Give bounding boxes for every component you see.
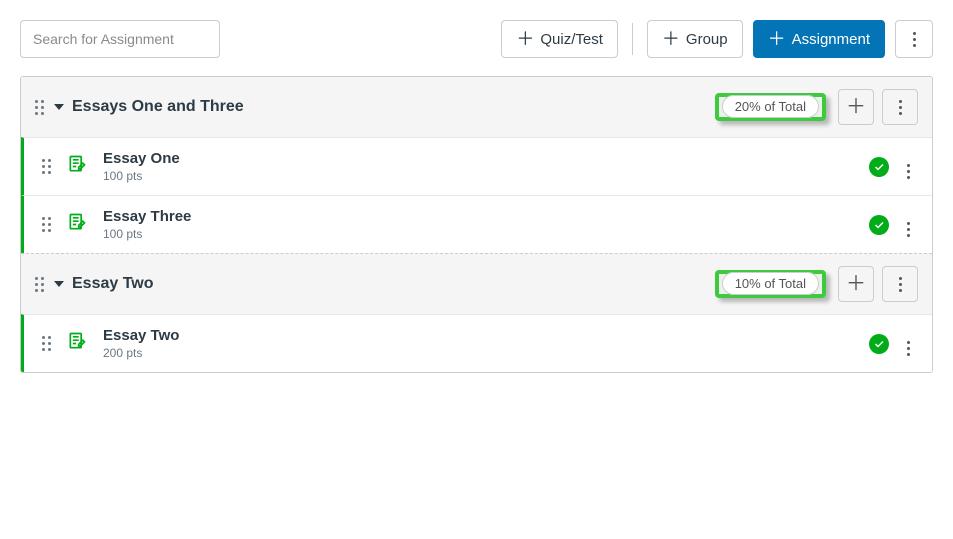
plus-icon: ＋ xyxy=(846,274,866,294)
published-icon[interactable] xyxy=(869,215,889,235)
published-icon[interactable] xyxy=(869,334,889,354)
more-icon xyxy=(913,32,916,47)
item-menu-button[interactable] xyxy=(903,327,914,360)
group-actions: ＋ xyxy=(838,266,918,302)
assignment-icon xyxy=(67,154,87,179)
assignment-row[interactable]: Essay One 100 pts xyxy=(21,137,932,195)
collapse-toggle-icon[interactable] xyxy=(54,104,64,110)
add-quiz-button[interactable]: ＋ Quiz/Test xyxy=(501,20,618,58)
group-menu-button[interactable] xyxy=(882,89,918,125)
item-body: Essay Three 100 pts xyxy=(103,208,869,241)
assignments-panel: Essays One and Three 20% of Total ＋ Essa… xyxy=(20,76,933,373)
collapse-toggle-icon[interactable] xyxy=(54,281,64,287)
assignment-points: 100 pts xyxy=(103,227,869,241)
toolbar: ＋ Quiz/Test ＋ Group ＋ Assignment xyxy=(20,20,933,58)
drag-handle-icon[interactable] xyxy=(35,100,44,115)
published-icon[interactable] xyxy=(869,157,889,177)
group-items: Essay Two 200 pts xyxy=(21,314,932,372)
more-icon xyxy=(907,164,910,179)
assignment-points: 100 pts xyxy=(103,169,869,183)
assignment-points: 200 pts xyxy=(103,346,869,360)
more-options-button[interactable] xyxy=(895,20,933,58)
assignment-icon xyxy=(67,212,87,237)
more-icon xyxy=(907,222,910,237)
more-icon xyxy=(907,341,910,356)
plus-icon: ＋ xyxy=(768,30,786,48)
more-icon xyxy=(899,277,902,292)
item-menu-button[interactable] xyxy=(903,150,914,183)
group-items: Essay One 100 pts Essay Three 100 pts xyxy=(21,137,932,253)
weight-badge: 20% of Total xyxy=(715,93,826,121)
add-assignment-button[interactable]: ＋ Assignment xyxy=(753,20,885,58)
weight-badge: 10% of Total xyxy=(715,270,826,298)
assignment-label: Assignment xyxy=(792,31,870,48)
plus-icon: ＋ xyxy=(846,97,866,117)
group-title: Essays One and Three xyxy=(72,98,244,116)
assignment-row[interactable]: Essay Two 200 pts xyxy=(21,314,932,372)
add-group-button[interactable]: ＋ Group xyxy=(647,20,743,58)
plus-icon: ＋ xyxy=(516,30,534,48)
group-header: Essay Two 10% of Total ＋ xyxy=(21,254,932,314)
weight-text: 10% of Total xyxy=(722,272,819,295)
assignment-icon xyxy=(67,331,87,356)
drag-handle-icon[interactable] xyxy=(42,217,51,232)
add-item-button[interactable]: ＋ xyxy=(838,89,874,125)
weight-text: 20% of Total xyxy=(722,95,819,118)
drag-handle-icon[interactable] xyxy=(42,336,51,351)
assignment-title: Essay Two xyxy=(103,327,869,344)
assignment-row[interactable]: Essay Three 100 pts xyxy=(21,195,932,253)
plus-icon: ＋ xyxy=(662,30,680,48)
drag-handle-icon[interactable] xyxy=(42,159,51,174)
item-body: Essay Two 200 pts xyxy=(103,327,869,360)
add-item-button[interactable]: ＋ xyxy=(838,266,874,302)
group-title: Essay Two xyxy=(72,275,154,293)
group-label: Group xyxy=(686,31,728,48)
item-menu-button[interactable] xyxy=(903,208,914,241)
assignment-group: Essays One and Three 20% of Total ＋ Essa… xyxy=(21,77,932,253)
more-icon xyxy=(899,100,902,115)
search-input[interactable] xyxy=(20,20,220,58)
assignment-group: Essay Two 10% of Total ＋ Essay Two 200 p… xyxy=(21,254,932,372)
group-header: Essays One and Three 20% of Total ＋ xyxy=(21,77,932,137)
assignment-title: Essay One xyxy=(103,150,869,167)
divider xyxy=(632,23,633,55)
drag-handle-icon[interactable] xyxy=(35,277,44,292)
group-menu-button[interactable] xyxy=(882,266,918,302)
assignment-title: Essay Three xyxy=(103,208,869,225)
quiz-label: Quiz/Test xyxy=(540,31,603,48)
group-actions: ＋ xyxy=(838,89,918,125)
item-body: Essay One 100 pts xyxy=(103,150,869,183)
